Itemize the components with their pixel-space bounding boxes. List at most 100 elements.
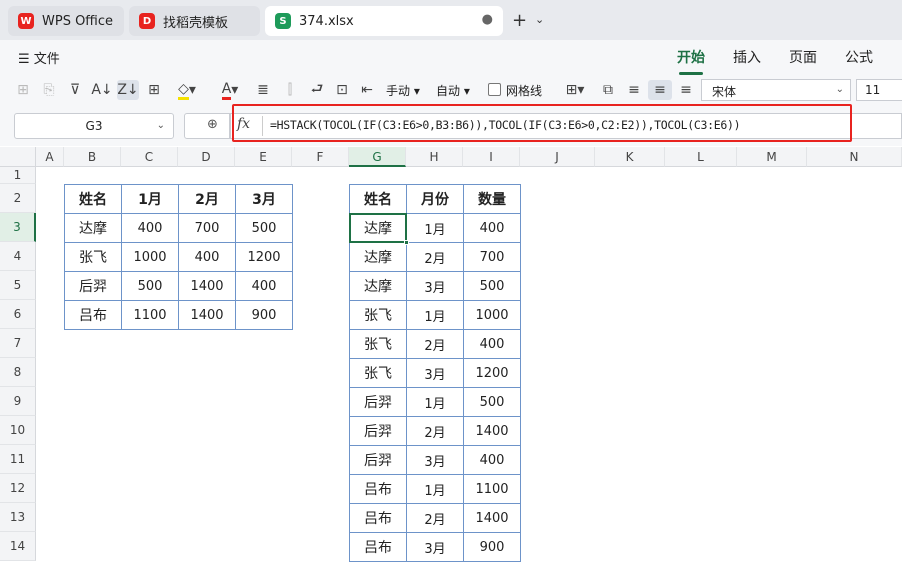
row-header-2[interactable]: 2 — [0, 184, 36, 213]
column-header-l[interactable]: L — [665, 147, 737, 167]
data-cell[interactable]: 后羿 — [64, 271, 122, 301]
row-header-9[interactable]: 9 — [0, 387, 36, 416]
data-cell[interactable]: 700 — [178, 213, 236, 243]
data-cell[interactable]: 1100 — [121, 300, 179, 330]
data-cell[interactable]: 3月 — [406, 445, 464, 475]
column-header-g[interactable]: G — [349, 147, 406, 167]
format-as-number-icon[interactable]: ⊞ — [14, 80, 32, 100]
data-cell[interactable]: 1月 — [406, 300, 464, 330]
header-cell[interactable]: 1月 — [121, 184, 179, 214]
fill-color-icon[interactable]: ◇ ▾ — [172, 80, 202, 100]
data-cell[interactable]: 2月 — [406, 242, 464, 272]
data-cell[interactable]: 900 — [235, 300, 293, 330]
column-header-k[interactable]: K — [595, 147, 665, 167]
data-cell[interactable]: 1月 — [406, 387, 464, 417]
tab-wps-office[interactable]: W WPS Office — [8, 6, 124, 36]
row-header-12[interactable]: 12 — [0, 474, 36, 503]
data-cell[interactable]: 400 — [235, 271, 293, 301]
tab-docer-templates[interactable]: D 找稻壳模板 — [129, 6, 260, 36]
column-header-a[interactable]: A — [36, 147, 64, 167]
header-cell[interactable]: 2月 — [178, 184, 236, 214]
data-cell[interactable]: 1400 — [463, 416, 521, 446]
cell-style-icon[interactable]: ⊞▾ — [560, 80, 590, 100]
header-cell[interactable]: 数量 — [463, 184, 521, 214]
data-cell[interactable]: 2月 — [406, 503, 464, 533]
fill-handle[interactable] — [404, 240, 409, 245]
name-box[interactable]: G3 ⌄ — [14, 113, 174, 139]
data-cell[interactable]: 400 — [463, 329, 521, 359]
tab-home[interactable]: 开始 — [677, 47, 705, 75]
text-direction-icon[interactable]: ≣ — [254, 80, 272, 100]
column-header-e[interactable]: E — [235, 147, 292, 167]
tab-workbook[interactable]: S 374.xlsx ● — [265, 6, 503, 36]
select-all-corner[interactable] — [0, 147, 36, 167]
file-menu-button[interactable]: ☰ 文件 — [18, 48, 60, 67]
row-header-11[interactable]: 11 — [0, 445, 36, 474]
data-cell[interactable]: 1月 — [406, 474, 464, 504]
data-cell[interactable]: 达摩 — [64, 213, 122, 243]
row-header-3[interactable]: 3 — [0, 213, 36, 242]
data-cell[interactable]: 吕布 — [349, 503, 407, 533]
data-cell[interactable]: 3月 — [406, 532, 464, 562]
data-cell[interactable]: 1400 — [463, 503, 521, 533]
data-cell[interactable]: 2月 — [406, 329, 464, 359]
merge-cells-icon[interactable]: ⊡ — [333, 80, 351, 100]
data-cell[interactable]: 500 — [463, 387, 521, 417]
column-header-b[interactable]: B — [64, 147, 121, 167]
header-cell[interactable]: 月份 — [406, 184, 464, 214]
data-cell[interactable]: 400 — [463, 445, 521, 475]
align-center-icon[interactable]: ≡ — [648, 80, 672, 100]
freeze-panes-icon[interactable]: ⧉ — [598, 80, 618, 100]
paste-icon[interactable]: ⎘ — [40, 80, 58, 100]
data-cell[interactable]: 500 — [463, 271, 521, 301]
font-color-icon[interactable]: A ▾ — [215, 80, 245, 100]
data-cell[interactable]: 1400 — [178, 271, 236, 301]
data-cell[interactable]: 张飞 — [64, 242, 122, 272]
row-header-14[interactable]: 14 — [0, 532, 36, 561]
data-cell[interactable]: 2月 — [406, 416, 464, 446]
row-header-4[interactable]: 4 — [0, 242, 36, 271]
column-header-f[interactable]: F — [292, 147, 349, 167]
column-header-d[interactable]: D — [178, 147, 235, 167]
filter-icon[interactable]: ⊽ — [66, 80, 84, 100]
data-cell[interactable]: 吕布 — [64, 300, 122, 330]
data-cell[interactable]: 达摩 — [349, 242, 407, 272]
data-cell[interactable]: 3月 — [406, 358, 464, 388]
data-cell[interactable]: 1200 — [235, 242, 293, 272]
data-cell[interactable]: 张飞 — [349, 329, 407, 359]
data-cell[interactable]: 张飞 — [349, 358, 407, 388]
tab-insert[interactable]: 插入 — [733, 47, 761, 67]
data-cell[interactable]: 1100 — [463, 474, 521, 504]
data-cell[interactable]: 900 — [463, 532, 521, 562]
wrap-auto-dropdown[interactable]: 自动 ▾ — [436, 82, 470, 99]
data-cell[interactable]: 后羿 — [349, 445, 407, 475]
font-size-select[interactable]: 11 — [856, 79, 902, 101]
data-cell[interactable]: 1000 — [121, 242, 179, 272]
chevron-down-icon[interactable]: ⌄ — [535, 13, 544, 26]
data-cell[interactable]: 1月 — [406, 213, 464, 243]
header-cell[interactable]: 姓名 — [64, 184, 122, 214]
align-left-icon[interactable]: ≡ — [624, 80, 644, 100]
data-cell[interactable]: 张飞 — [349, 300, 407, 330]
data-cell[interactable]: 后羿 — [349, 416, 407, 446]
data-cell[interactable]: 500 — [121, 271, 179, 301]
data-cell[interactable]: 400 — [178, 242, 236, 272]
new-tab-button[interactable]: + — [512, 10, 527, 31]
column-header-j[interactable]: J — [520, 147, 595, 167]
column-header-c[interactable]: C — [121, 147, 178, 167]
column-header-h[interactable]: H — [406, 147, 463, 167]
align-right-icon[interactable]: ≡ — [676, 80, 696, 100]
tab-formulas[interactable]: 公式 — [845, 47, 873, 67]
data-cell[interactable]: 500 — [235, 213, 293, 243]
data-cell[interactable]: 后羿 — [349, 387, 407, 417]
close-tab-icon[interactable]: ● — [482, 12, 493, 27]
font-name-select[interactable]: 宋体 ⌄ — [701, 79, 851, 101]
borders-icon[interactable]: ⊞ — [145, 80, 163, 100]
column-header-i[interactable]: I — [463, 147, 520, 167]
data-cell[interactable]: 达摩 — [349, 271, 407, 301]
selected-cell[interactable] — [349, 213, 407, 243]
data-cell[interactable]: 1000 — [463, 300, 521, 330]
indent-icon[interactable]: ⫿ — [281, 80, 299, 100]
row-header-7[interactable]: 7 — [0, 329, 36, 358]
row-header-10[interactable]: 10 — [0, 416, 36, 445]
